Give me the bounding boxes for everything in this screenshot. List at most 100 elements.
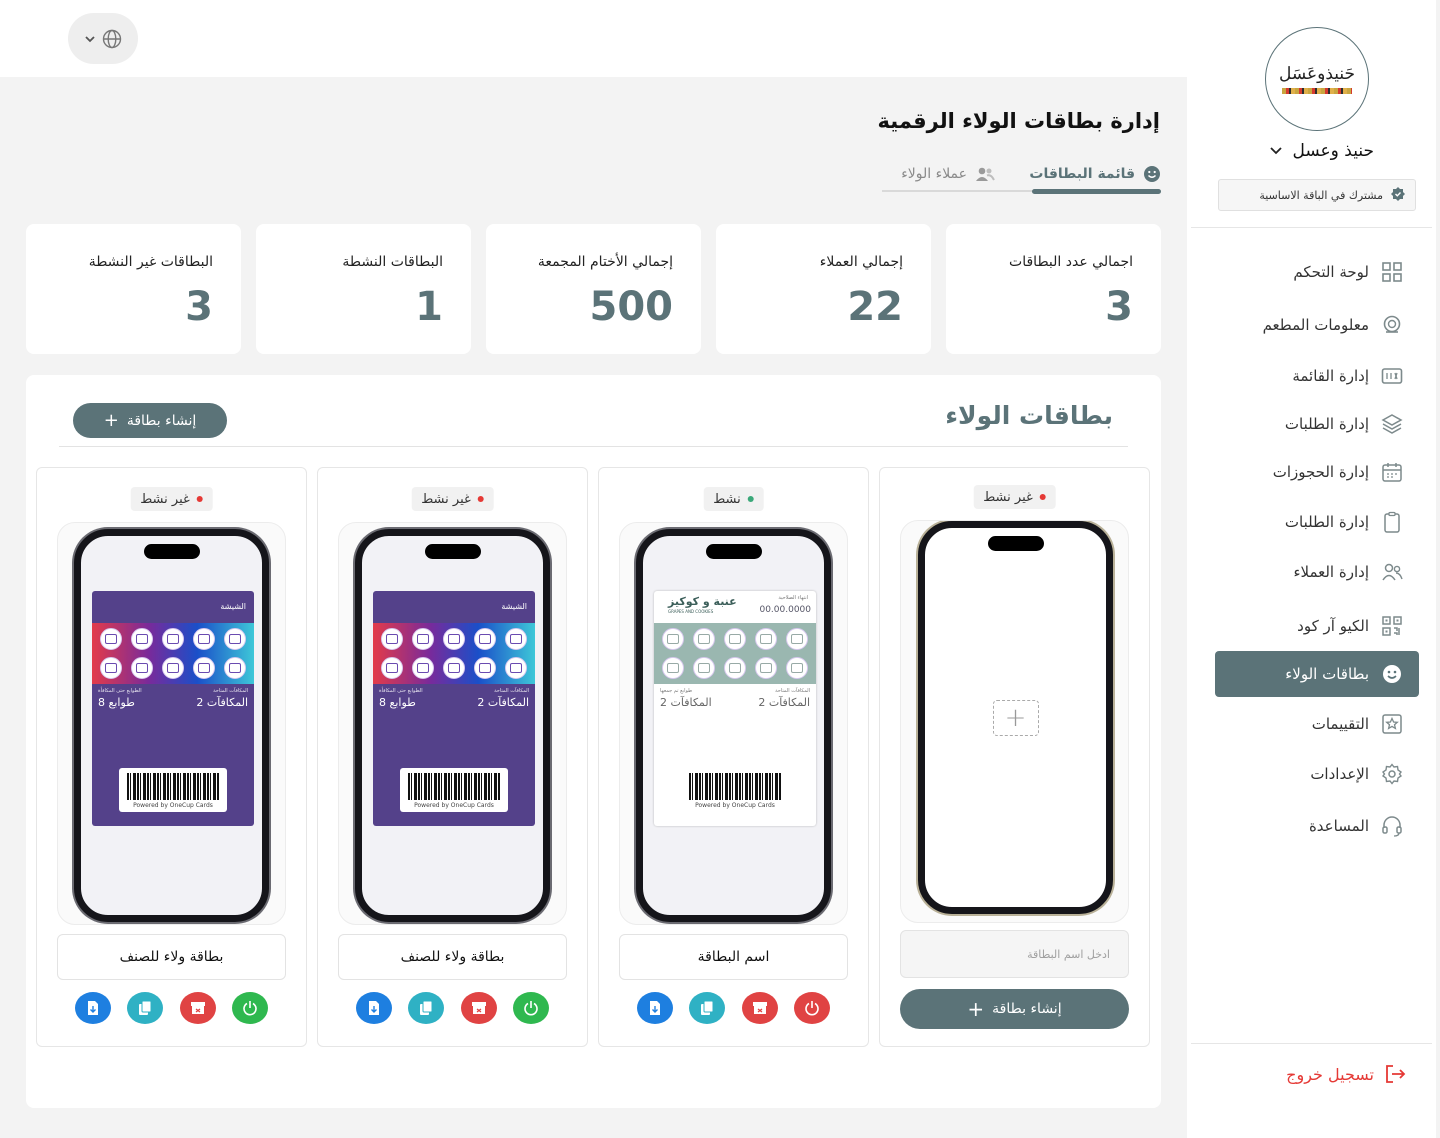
field-value: طوابع 8 bbox=[98, 696, 135, 709]
barcode-bars bbox=[127, 773, 219, 800]
phone-preview: الشيشة المكافآت المتاحة المكافآت 2 الطوا… bbox=[57, 522, 286, 925]
coffee-stamp-icon bbox=[724, 628, 747, 651]
sidebar-item-label: التقييمات bbox=[1311, 715, 1369, 733]
sidebar-item-help[interactable]: المساعدة bbox=[1215, 803, 1419, 849]
stat-inactive-cards: البطاقات غير النشطة 3 bbox=[26, 224, 241, 354]
gear-icon bbox=[1381, 763, 1403, 785]
pass-fields: المكافآت المتاحة المكافآت 2 الطوابع حتى … bbox=[92, 688, 254, 712]
card-actions bbox=[75, 992, 268, 1024]
barcode-bars bbox=[408, 773, 500, 800]
card-name-input[interactable] bbox=[900, 930, 1129, 978]
sidebar-item-label: إدارة العملاء bbox=[1293, 563, 1369, 581]
sidebar-item-menu[interactable]: إدارة القائمة bbox=[1215, 353, 1419, 399]
create-card-submit-button[interactable]: إنشاء بطاقة + bbox=[900, 989, 1129, 1029]
sidebar-item-settings[interactable]: الإعدادات bbox=[1215, 751, 1419, 797]
sidebar-item-orders-2[interactable]: إدارة الطلبات bbox=[1215, 499, 1419, 545]
card-name: اسم البطاقة bbox=[619, 934, 848, 980]
loyalty-pass-preview: انتهاء الصلاحية 00.00.0000 عنبة و كوكيز … bbox=[654, 591, 816, 826]
stat-total-stamps: إجمالي الأختام المجمعة 500 bbox=[486, 224, 701, 354]
status-label: غير نشط bbox=[140, 491, 190, 507]
main-content: إدارة بطاقات الولاء الرقمية قائمة البطاق… bbox=[0, 77, 1187, 1138]
dashboard-icon bbox=[1381, 261, 1403, 283]
badge-icon bbox=[1391, 187, 1405, 201]
smile-icon bbox=[1381, 663, 1403, 685]
archive-button[interactable] bbox=[741, 992, 778, 1024]
hookah-stamp-icon bbox=[131, 656, 154, 679]
plan-badge: مشترك في الباقة الاساسية bbox=[1218, 179, 1416, 211]
toggle-active-button[interactable] bbox=[512, 992, 549, 1024]
sidebar-item-restaurant-info[interactable]: معلومات المطعم bbox=[1215, 302, 1419, 348]
hookah-stamp-icon bbox=[443, 656, 466, 679]
coffee-stamp-icon bbox=[754, 628, 777, 651]
sidebar-item-loyalty-cards[interactable]: بطاقات الولاء bbox=[1215, 651, 1419, 697]
users-icon bbox=[1381, 561, 1403, 583]
status-dot bbox=[196, 496, 203, 502]
stat-label: إجمالي الأختام المجمعة bbox=[537, 254, 673, 270]
copy-button[interactable] bbox=[408, 992, 445, 1024]
page-edge bbox=[1436, 0, 1440, 1138]
barcode: Powered by OneCup Cards bbox=[119, 768, 227, 812]
tab-loyalty-customers[interactable]: عملاء الولاء bbox=[901, 163, 995, 185]
toggle-active-button[interactable] bbox=[793, 992, 830, 1024]
hookah-stamp-icon bbox=[100, 656, 123, 679]
language-selector[interactable] bbox=[68, 13, 138, 64]
stat-value: 22 bbox=[847, 284, 903, 330]
toggle-active-button[interactable] bbox=[231, 992, 268, 1024]
sidebar-item-label: بطاقات الولاء bbox=[1285, 665, 1369, 683]
tabs: قائمة البطاقات عملاء الولاء bbox=[882, 163, 1161, 194]
hookah-stamp-icon bbox=[412, 656, 435, 679]
restaurant-switcher[interactable]: حنيذ وعسل bbox=[1269, 141, 1374, 161]
download-icon bbox=[650, 1001, 660, 1015]
download-button[interactable] bbox=[75, 992, 111, 1024]
power-icon bbox=[805, 1001, 819, 1016]
sidebar-item-reviews[interactable]: التقييمات bbox=[1215, 701, 1419, 747]
pass-title: الشيشة bbox=[501, 602, 527, 611]
phone-mockup: انتهاء الصلاحية 00.00.0000 عنبة و كوكيز … bbox=[636, 529, 831, 922]
archive-button[interactable] bbox=[460, 992, 497, 1024]
dynamic-island bbox=[143, 544, 200, 559]
hookah-stamp-icon bbox=[504, 628, 527, 651]
hookah-stamp-icon bbox=[100, 628, 123, 651]
copy-button[interactable] bbox=[127, 992, 164, 1024]
download-button[interactable] bbox=[637, 992, 673, 1024]
pass-header: انتهاء الصلاحية 00.00.0000 عنبة و كوكيز … bbox=[654, 591, 816, 623]
chevron-down-icon bbox=[1269, 147, 1282, 155]
field-label: المكافآت المتاحة bbox=[775, 688, 810, 694]
hookah-stamp-icon bbox=[443, 628, 466, 651]
hookah-stamp-icon bbox=[504, 656, 527, 679]
field-value: المكافآت 2 bbox=[477, 696, 529, 709]
phone-mockup: الشيشة المكافآت المتاحة المكافآت 2 الطوا… bbox=[74, 529, 269, 922]
sidebar-item-qr-code[interactable]: الكيو آر كود bbox=[1215, 603, 1419, 649]
loyalty-card-column: نشط انتهاء الصلاحية 00.00.0000 عنبة و كو… bbox=[598, 467, 869, 1047]
plus-icon: + bbox=[103, 409, 119, 431]
download-button[interactable] bbox=[356, 992, 392, 1024]
add-image-icon[interactable]: + bbox=[992, 699, 1039, 736]
status-badge: نشط bbox=[703, 487, 764, 511]
create-card-label: إنشاء بطاقة bbox=[992, 1001, 1062, 1017]
sidebar-item-dashboard[interactable]: لوحة التحكم bbox=[1215, 249, 1419, 295]
sidebar-item-customers[interactable]: إدارة العملاء bbox=[1215, 549, 1419, 595]
pass-fields: المكافآت المتاحة المكافآت 2 الطوابع حتى … bbox=[373, 688, 535, 712]
logout-icon bbox=[1386, 1065, 1406, 1083]
copy-icon bbox=[420, 1000, 433, 1015]
calendar-icon bbox=[1381, 461, 1403, 483]
panel-title: بطاقات الولاء bbox=[945, 401, 1113, 430]
dynamic-island bbox=[705, 544, 762, 559]
status-dot bbox=[747, 496, 754, 502]
sidebar-item-label: الإعدادات bbox=[1310, 765, 1369, 783]
sidebar-item-orders[interactable]: إدارة الطلبات bbox=[1215, 401, 1419, 447]
smile-icon bbox=[1144, 166, 1160, 182]
archive-icon bbox=[752, 1002, 767, 1014]
coffee-stamp-icon bbox=[724, 656, 747, 679]
stat-value: 3 bbox=[1105, 284, 1133, 330]
divider bbox=[1191, 227, 1432, 228]
status-badge: غير نشط bbox=[973, 485, 1056, 509]
logout-button[interactable]: تسجيل خروج bbox=[1286, 1063, 1406, 1085]
loyalty-card-column: غير نشط الشيشة المكافآت المتاحة المكافآت… bbox=[36, 467, 307, 1047]
archive-button[interactable] bbox=[179, 992, 216, 1024]
tab-cards-list[interactable]: قائمة البطاقات bbox=[1029, 163, 1161, 185]
copy-button[interactable] bbox=[689, 992, 726, 1024]
create-card-button[interactable]: إنشاء بطاقة + bbox=[73, 403, 227, 438]
card-actions bbox=[637, 992, 830, 1024]
sidebar-item-reservations[interactable]: إدارة الحجوزات bbox=[1215, 449, 1419, 495]
